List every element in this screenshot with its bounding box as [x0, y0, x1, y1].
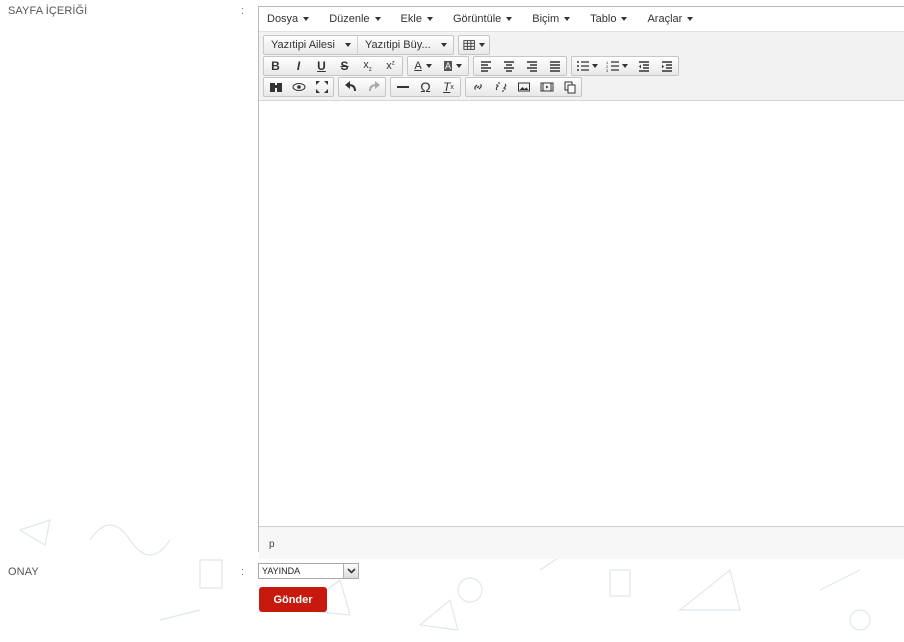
align-left-icon[interactable]	[474, 57, 497, 75]
image-icon[interactable]	[512, 78, 535, 96]
approval-select-value: YAYINDA	[262, 566, 301, 576]
approval-colon: :	[241, 566, 245, 578]
align-justify-icon[interactable]	[543, 57, 566, 75]
menu-insert[interactable]: Ekle	[401, 13, 433, 25]
menu-edit[interactable]: Düzenle	[329, 13, 381, 25]
underline-icon[interactable]: U	[310, 57, 333, 75]
menu-format[interactable]: Biçim	[532, 13, 571, 25]
menu-tools[interactable]: Araçlar	[647, 13, 694, 25]
submit-button[interactable]: Gönder	[259, 587, 327, 612]
numbered-list-icon[interactable]: 123	[602, 57, 632, 75]
content-label: SAYFA İÇERİĞİ	[8, 5, 88, 17]
menu-view[interactable]: Görüntüle	[453, 13, 513, 25]
clear-formatting-icon[interactable]: Tx	[437, 78, 460, 96]
italic-icon[interactable]: I	[287, 57, 310, 75]
approval-select[interactable]: YAYINDA	[258, 563, 359, 579]
editor-content-area[interactable]	[259, 101, 904, 526]
superscript-icon[interactable]: xz	[379, 57, 402, 75]
font-size-select[interactable]: Yazıtipi Büy...	[357, 36, 453, 54]
horizontal-rule-icon[interactable]	[391, 78, 414, 96]
font-family-select[interactable]: Yazıtipi Ailesi	[264, 36, 357, 54]
chevron-down-icon[interactable]	[343, 564, 358, 578]
menu-file[interactable]: Dosya	[267, 13, 310, 25]
subscript-icon[interactable]: xz	[356, 57, 379, 75]
align-center-icon[interactable]	[497, 57, 520, 75]
rich-text-editor: Dosya Düzenle Ekle Görüntüle Biçim Tablo…	[258, 6, 904, 559]
element-path[interactable]: p	[269, 539, 275, 550]
link-icon[interactable]	[466, 78, 489, 96]
template-icon[interactable]	[558, 78, 581, 96]
special-character-icon[interactable]: Ω	[414, 78, 437, 96]
table-icon[interactable]	[459, 36, 489, 54]
find-replace-icon[interactable]	[264, 78, 287, 96]
background-color-icon[interactable]: A	[438, 57, 468, 75]
undo-icon[interactable]	[339, 78, 362, 96]
bold-icon[interactable]: B	[264, 57, 287, 75]
media-icon[interactable]	[535, 78, 558, 96]
editor-statusbar: p	[259, 526, 904, 559]
svg-text:3: 3	[606, 68, 609, 73]
editor-menubar: Dosya Düzenle Ekle Görüntüle Biçim Tablo…	[259, 7, 904, 32]
align-right-icon[interactable]	[520, 57, 543, 75]
redo-icon[interactable]	[362, 78, 385, 96]
text-color-icon[interactable]: A	[408, 57, 438, 75]
editor-toolbar: Yazıtipi Ailesi Yazıtipi Büy... B I U S …	[259, 32, 904, 101]
menu-table[interactable]: Tablo	[590, 13, 628, 25]
bullet-list-icon[interactable]	[572, 57, 602, 75]
indent-icon[interactable]	[655, 57, 678, 75]
fullscreen-icon[interactable]	[310, 78, 333, 96]
outdent-icon[interactable]	[632, 57, 655, 75]
unlink-icon[interactable]	[489, 78, 512, 96]
content-colon: :	[241, 5, 245, 17]
preview-icon[interactable]	[287, 78, 310, 96]
approval-label: ONAY	[8, 566, 39, 578]
strikethrough-icon[interactable]: S	[333, 57, 356, 75]
